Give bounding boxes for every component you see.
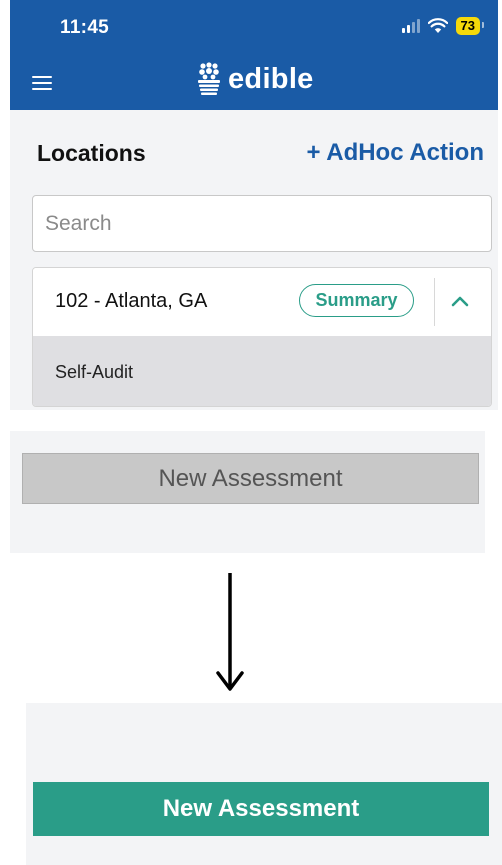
signal-icon [401, 19, 420, 33]
hamburger-menu-icon[interactable] [32, 76, 52, 90]
arrow-down-icon [216, 573, 244, 691]
brand-name: edible [228, 62, 314, 95]
location-row[interactable]: 102 - Atlanta, GA Summary [33, 268, 491, 336]
before-panel: New Assessment [10, 431, 485, 553]
search-input[interactable] [32, 195, 492, 252]
battery-icon: 73 [455, 17, 485, 35]
status-bar: 11:45 73 [10, 0, 498, 56]
locations-section: Locations + AdHoc Action 102 - Atlanta, … [10, 110, 498, 410]
summary-button[interactable]: Summary [299, 284, 414, 317]
divider [434, 278, 435, 326]
adhoc-action-link[interactable]: + AdHoc Action [306, 139, 484, 167]
app-header: edible [10, 56, 498, 110]
self-audit-label: Self-Audit [55, 362, 134, 382]
after-panel: New Assessment [26, 703, 502, 865]
status-icons: 73 [401, 17, 485, 35]
status-time: 11:45 [60, 17, 110, 38]
wifi-icon [427, 18, 448, 33]
new-assessment-button-disabled: New Assessment [22, 453, 479, 504]
self-audit-row[interactable]: Self-Audit [33, 336, 491, 406]
brand-logo: edible [196, 62, 314, 96]
edible-logo-icon [198, 62, 220, 95]
location-card: 102 - Atlanta, GA Summary Self-Audit [32, 267, 492, 407]
chevron-up-icon[interactable] [449, 290, 471, 312]
page-title: Locations [37, 140, 146, 166]
location-name: 102 - Atlanta, GA [55, 290, 208, 312]
new-assessment-button[interactable]: New Assessment [33, 782, 489, 836]
